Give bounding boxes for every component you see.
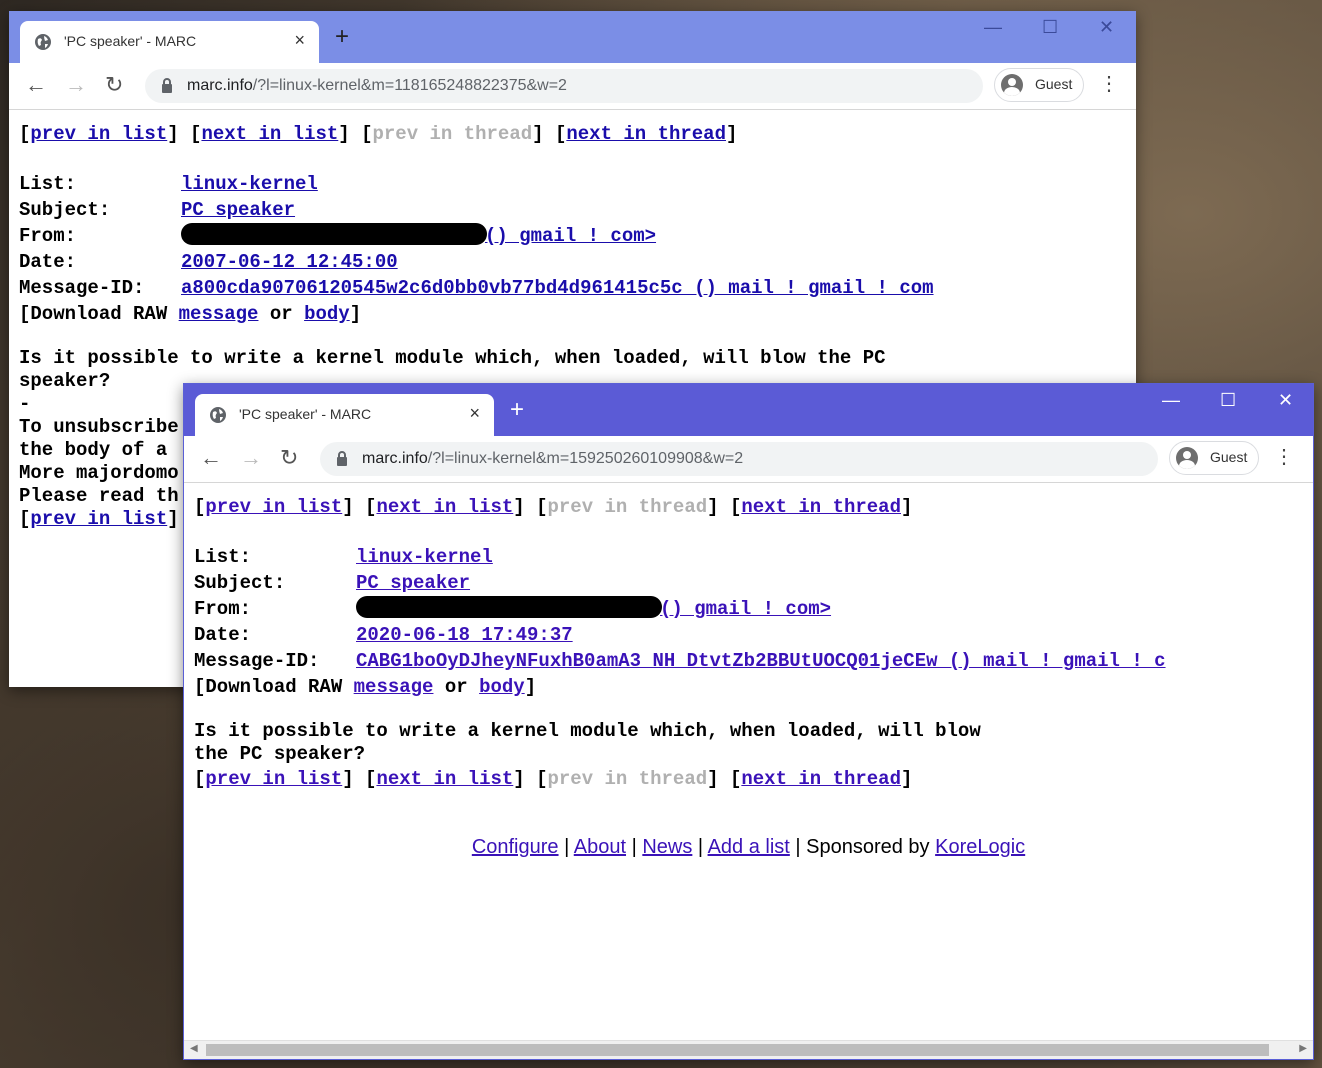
- globe-icon: [210, 407, 226, 423]
- avatar-icon: [1176, 447, 1198, 469]
- close-window-icon[interactable]: ✕: [1099, 17, 1114, 38]
- date-link[interactable]: 2020-06-18 17:49:37: [356, 624, 573, 646]
- list-label: List:: [194, 546, 252, 568]
- title-bar: 'PC speaker' - MARC × + — ☐ ✕: [184, 384, 1313, 436]
- close-window-icon[interactable]: ✕: [1278, 390, 1293, 411]
- menu-dots-icon[interactable]: ⋮: [1274, 445, 1294, 469]
- download-message-link[interactable]: message: [179, 303, 259, 325]
- next-in-thread-link[interactable]: next in thread: [566, 123, 726, 145]
- korelogic-link[interactable]: KoreLogic: [935, 836, 1025, 858]
- address-bar[interactable]: marc.info/?l=linux-kernel&m=159250260109…: [320, 442, 1158, 476]
- address-bar[interactable]: marc.info/?l=linux-kernel&m=118165248822…: [145, 69, 983, 103]
- prev-in-thread-disabled: prev in thread: [547, 496, 708, 518]
- news-link[interactable]: News: [642, 836, 692, 858]
- redaction-mark: [181, 223, 487, 245]
- title-bar: 'PC speaker' - MARC × + — ☐ ✕: [9, 11, 1136, 63]
- toolbar: ← → ↻ marc.info/?l=linux-kernel&m=118165…: [9, 63, 1136, 110]
- browser-window-front: 'PC speaker' - MARC × + — ☐ ✕ ← → ↻ marc…: [183, 383, 1314, 1060]
- new-tab-button[interactable]: +: [510, 398, 524, 422]
- list-label: List:: [19, 173, 77, 195]
- minimize-icon[interactable]: —: [1162, 390, 1180, 411]
- reload-icon[interactable]: ↻: [280, 446, 298, 470]
- menu-dots-icon[interactable]: ⋮: [1099, 72, 1119, 96]
- next-in-thread-link[interactable]: next in thread: [741, 496, 901, 518]
- page-content: [prev in list] [next in list] [prev in t…: [184, 482, 1313, 1059]
- thread-nav: [prev in list] [next in list] [prev in t…: [19, 123, 738, 145]
- message-body: Is it possible to write a kernel module …: [194, 720, 981, 765]
- download-raw: [Download RAW message or body]: [194, 676, 537, 698]
- bottom-prev-in-list-link[interactable]: prev in list: [30, 508, 167, 530]
- subject-link[interactable]: PC speaker: [181, 199, 295, 221]
- subject-label: Subject:: [194, 572, 286, 594]
- horizontal-scrollbar[interactable]: ◀ ▶: [184, 1040, 1313, 1059]
- prev-in-thread-disabled: prev in thread: [372, 123, 533, 145]
- prev-in-thread-disabled: prev in thread: [547, 768, 708, 790]
- download-body-link[interactable]: body: [304, 303, 350, 325]
- subject-link[interactable]: PC speaker: [356, 572, 470, 594]
- site-footer: Configure | About | News | Add a list | …: [471, 836, 1026, 858]
- subject-label: Subject:: [19, 199, 111, 221]
- add-a-list-link[interactable]: Add a list: [708, 836, 790, 858]
- from-label: From:: [194, 598, 252, 620]
- prev-in-list-link[interactable]: prev in list: [205, 496, 342, 518]
- next-in-list-link[interactable]: next in list: [201, 123, 338, 145]
- browser-tab[interactable]: 'PC speaker' - MARC ×: [20, 21, 319, 63]
- message-id-label: Message-ID:: [19, 277, 145, 299]
- configure-link[interactable]: Configure: [472, 836, 559, 858]
- from-link[interactable]: () gmail ! com>: [485, 225, 656, 247]
- tab-title: 'PC speaker' - MARC: [239, 406, 372, 422]
- redaction-mark: [356, 596, 662, 618]
- scrollbar-thumb[interactable]: [206, 1044, 1269, 1056]
- forward-arrow-icon[interactable]: →: [240, 446, 262, 470]
- download-raw: [Download RAW message or body]: [19, 303, 362, 325]
- message-id-link[interactable]: CABG1boOyDJheyNFuxhB0amA3_NH_DtvtZb2BBUt…: [356, 650, 1166, 672]
- close-tab-icon[interactable]: ×: [469, 403, 480, 424]
- from-link[interactable]: () gmail ! com>: [660, 598, 831, 620]
- url-text: marc.info/?l=linux-kernel&m=159250260109…: [362, 450, 744, 467]
- lock-icon: [337, 451, 347, 466]
- date-link[interactable]: 2007-06-12 12:45:00: [181, 251, 398, 273]
- download-message-link[interactable]: message: [354, 676, 434, 698]
- back-arrow-icon[interactable]: ←: [200, 446, 222, 470]
- maximize-icon[interactable]: ☐: [1042, 17, 1058, 38]
- reload-icon[interactable]: ↻: [105, 73, 123, 97]
- thread-nav: [prev in list] [next in list] [prev in t…: [194, 496, 913, 518]
- new-tab-button[interactable]: +: [335, 25, 349, 49]
- list-link[interactable]: linux-kernel: [356, 546, 493, 568]
- back-arrow-icon[interactable]: ←: [25, 73, 47, 97]
- message-id-label: Message-ID:: [194, 650, 320, 672]
- url-text: marc.info/?l=linux-kernel&m=118165248822…: [187, 77, 567, 94]
- prev-in-list-link[interactable]: prev in list: [30, 123, 167, 145]
- from-label: From:: [19, 225, 77, 247]
- date-label: Date:: [19, 251, 77, 273]
- message-id-link[interactable]: a800cda90706120545w2c6d0bb0vb77bd4d96141…: [181, 277, 934, 299]
- close-tab-icon[interactable]: ×: [294, 30, 305, 51]
- next-in-list-link[interactable]: next in list: [376, 768, 513, 790]
- profile-label: Guest: [1210, 449, 1248, 465]
- about-link[interactable]: About: [574, 836, 626, 858]
- prev-in-list-link[interactable]: prev in list: [205, 768, 342, 790]
- minimize-icon[interactable]: —: [984, 17, 1002, 38]
- scroll-right-icon[interactable]: ▶: [1299, 1043, 1307, 1054]
- thread-nav-bottom: [prev in list] [next in list] [prev in t…: [194, 768, 913, 790]
- tab-title: 'PC speaker' - MARC: [64, 33, 197, 49]
- browser-tab[interactable]: 'PC speaker' - MARC ×: [195, 394, 494, 436]
- sponsored-by-text: Sponsored by: [806, 836, 930, 858]
- profile-label: Guest: [1035, 76, 1073, 92]
- profile-button[interactable]: Guest: [994, 68, 1084, 102]
- forward-arrow-icon[interactable]: →: [65, 73, 87, 97]
- maximize-icon[interactable]: ☐: [1220, 390, 1236, 411]
- avatar-icon: [1001, 74, 1023, 96]
- date-label: Date:: [194, 624, 252, 646]
- next-in-list-link[interactable]: next in list: [376, 496, 513, 518]
- lock-icon: [162, 78, 172, 93]
- download-body-link[interactable]: body: [479, 676, 525, 698]
- profile-button[interactable]: Guest: [1169, 441, 1259, 475]
- list-link[interactable]: linux-kernel: [181, 173, 318, 195]
- globe-icon: [35, 34, 51, 50]
- next-in-thread-link[interactable]: next in thread: [741, 768, 901, 790]
- scroll-left-icon[interactable]: ◀: [190, 1043, 198, 1054]
- toolbar: ← → ↻ marc.info/?l=linux-kernel&m=159250…: [184, 436, 1313, 483]
